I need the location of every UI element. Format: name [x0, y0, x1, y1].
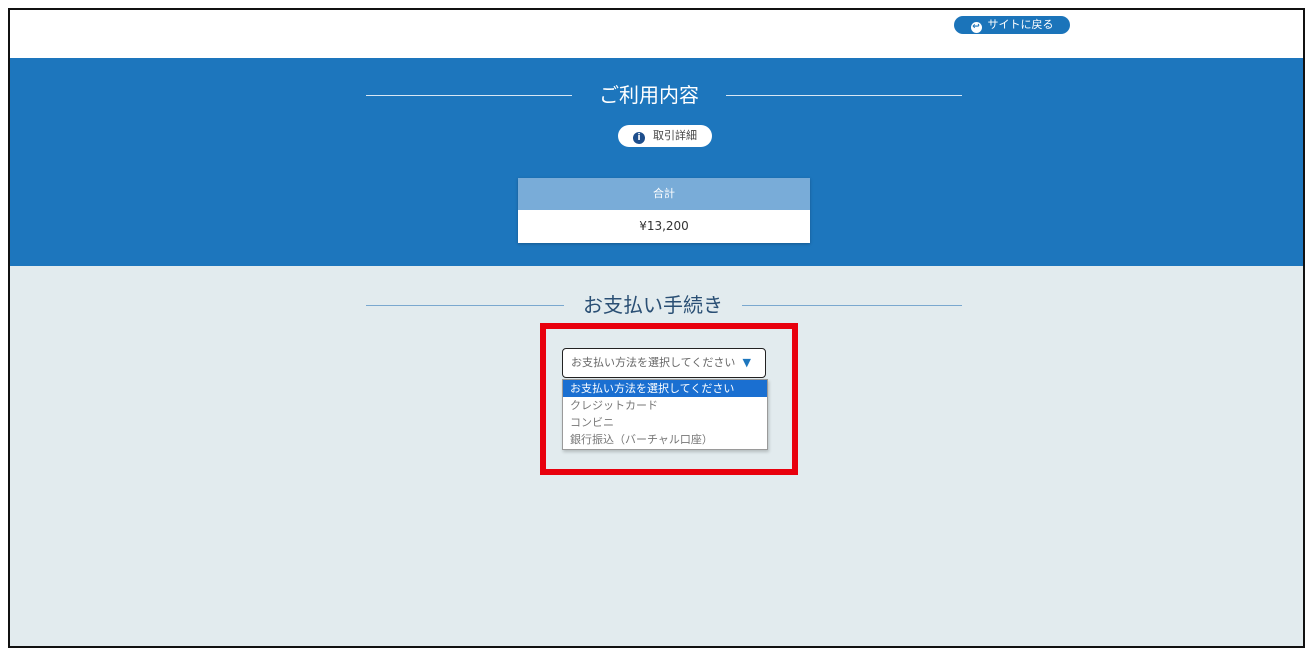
transaction-detail-button[interactable]: i 取引詳細: [618, 125, 712, 147]
usage-section: ご利用内容 i 取引詳細 合計 ¥13,200: [10, 58, 1303, 266]
heading-divider-right: [726, 95, 962, 96]
payment-method-select-value: お支払い方法を選択してください: [571, 356, 736, 369]
payment-method-dropdown[interactable]: お支払い方法を選択してください クレジットカード コンビニ 銀行振込（バーチャル…: [562, 379, 768, 450]
total-label: 合計: [518, 178, 810, 210]
transaction-detail-label: 取引詳細: [653, 129, 697, 142]
usage-title: ご利用内容: [599, 83, 699, 107]
payment-title: お支払い手続き: [583, 293, 723, 317]
payment-method-select[interactable]: お支払い方法を選択してください ▼: [562, 348, 766, 378]
payment-option-placeholder[interactable]: お支払い方法を選択してください: [563, 380, 767, 397]
total-summary: 合計 ¥13,200: [518, 178, 810, 243]
page-frame: ↩ サイトに戻る ご利用内容 i 取引詳細 合計 ¥13,200 お支払い手続き お…: [8, 8, 1305, 648]
usage-heading: ご利用内容: [366, 80, 962, 110]
dropdown-arrow-icon: ▼: [742, 356, 751, 369]
heading-divider-left: [366, 305, 564, 306]
heading-divider-left: [366, 95, 572, 96]
payment-section: お支払い手続き お支払い方法を選択してください ▼ お支払い方法を選択してくださ…: [10, 266, 1303, 646]
return-arrow-icon: ↩: [970, 22, 982, 33]
payment-option-bank-transfer[interactable]: 銀行振込（バーチャル口座）: [563, 431, 767, 448]
total-amount: ¥13,200: [518, 210, 810, 243]
payment-option-credit-card[interactable]: クレジットカード: [563, 397, 767, 414]
payment-heading: お支払い手続き: [366, 290, 962, 320]
info-icon: i: [633, 132, 645, 144]
back-to-site-button[interactable]: ↩ サイトに戻る: [954, 16, 1070, 34]
back-to-site-label: サイトに戻る: [987, 18, 1054, 31]
payment-option-convenience-store[interactable]: コンビニ: [563, 414, 767, 431]
top-bar: ↩ サイトに戻る: [10, 10, 1303, 58]
heading-divider-right: [742, 305, 962, 306]
